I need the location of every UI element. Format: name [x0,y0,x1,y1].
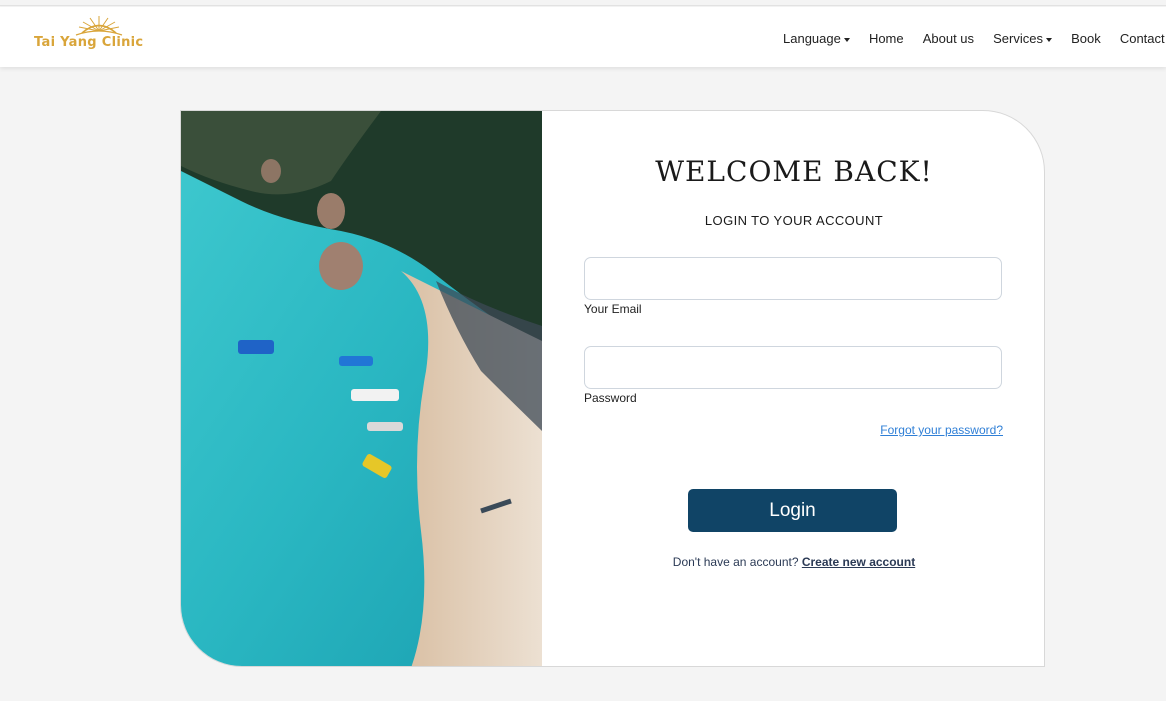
email-field[interactable] [584,257,1002,300]
forgot-password-link[interactable]: Forgot your password? [880,423,1003,437]
create-account-link[interactable]: Create new account [802,555,915,569]
beach-aerial-image [181,111,542,666]
password-label: Password [584,391,637,405]
clinic-logo[interactable]: Tai Yang Clinic [32,13,172,59]
top-border [0,0,1166,6]
email-label: Your Email [584,302,642,316]
nav-services[interactable]: Services [993,31,1052,46]
chevron-down-icon [843,37,850,42]
beach-image-icon [181,111,542,666]
login-form-pane: WELCOME BACK! LOGIN TO YOUR ACCOUNT Your… [542,111,1044,666]
login-subtitle: LOGIN TO YOUR ACCOUNT [704,213,884,228]
main-nav: Language Home About us Services Book Con… [783,28,1166,48]
login-button[interactable]: Login [688,489,897,532]
nav-language-label: Language [783,31,841,46]
nav-language[interactable]: Language [783,31,850,46]
nav-home[interactable]: Home [869,31,904,46]
welcome-heading: WELCOME BACK! [655,155,933,188]
signup-prompt-text: Don't have an account? [672,555,799,569]
chevron-down-icon [1046,37,1052,42]
signup-prompt: Don't have an account? Create new accoun… [542,555,1044,569]
password-field[interactable] [584,346,1002,389]
login-card: WELCOME BACK! LOGIN TO YOUR ACCOUNT Your… [180,110,1045,667]
nav-services-label: Services [993,31,1043,46]
site-header: Tai Yang Clinic Language Home About us S… [0,7,1166,67]
nav-about-us[interactable]: About us [923,31,974,46]
brand-name: Tai Yang Clinic [34,35,144,50]
nav-contact[interactable]: Contact [1120,31,1165,46]
nav-book[interactable]: Book [1071,31,1101,46]
